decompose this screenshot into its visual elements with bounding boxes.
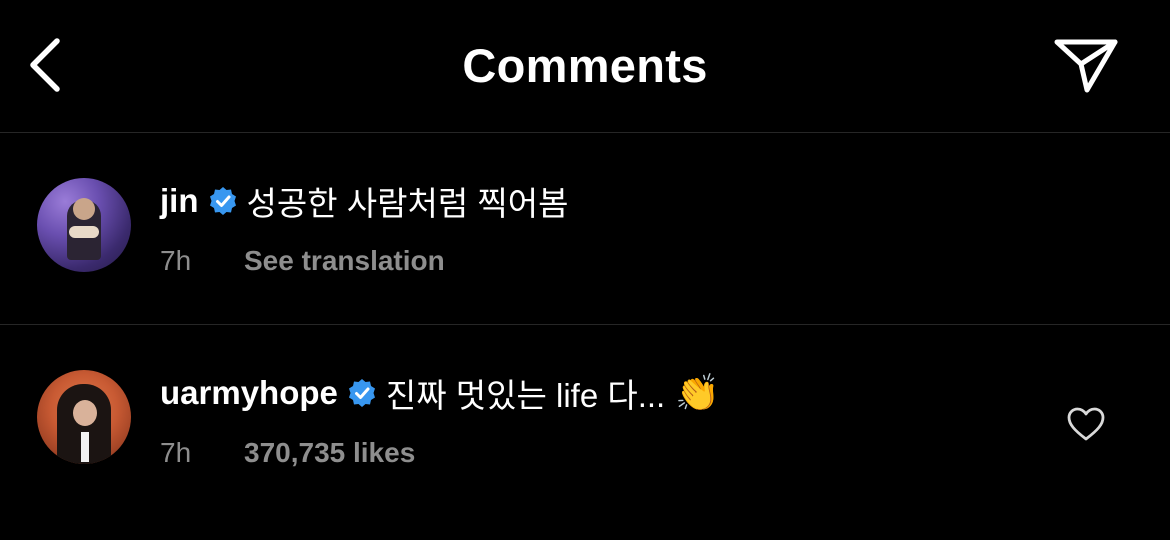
comment-text: 성공한 사람처럼 찍어봄 — [246, 185, 569, 222]
avatar-face — [73, 400, 97, 426]
comment-meta-row: 7h 370,735 likes — [160, 437, 415, 469]
page-title: Comments — [462, 39, 708, 92]
avatar-cake — [69, 226, 99, 238]
comments-header: Comments — [0, 0, 1170, 133]
verified-badge-icon — [208, 186, 238, 216]
comment-item: uarmyhope 진짜 멋있는 life 다... 👏 7h 370,735 … — [0, 325, 1170, 540]
paper-plane-icon — [1054, 39, 1118, 93]
comment-item: jin 성공한 사람처럼 찍어봄 7h See translation — [0, 133, 1170, 325]
comment-time: 7h — [160, 437, 192, 468]
likes-count-link[interactable]: 370,735 likes — [244, 437, 415, 469]
comment-username[interactable]: uarmyhope — [160, 374, 338, 412]
avatar-face — [73, 198, 95, 220]
like-button[interactable] — [1066, 405, 1106, 445]
verified-badge-icon — [347, 378, 377, 408]
avatar-collar — [81, 432, 89, 462]
comment-meta-row: 7h See translation — [160, 245, 445, 277]
comment-time: 7h — [160, 245, 192, 276]
comment-username[interactable]: jin — [160, 182, 199, 220]
see-translation-link[interactable]: See translation — [244, 245, 445, 277]
comment-text: 진짜 멋있는 life 다... — [385, 377, 666, 414]
avatar[interactable] — [37, 370, 131, 464]
heart-outline-icon — [1067, 407, 1105, 441]
comment-line: uarmyhope 진짜 멋있는 life 다... 👏 — [160, 371, 720, 415]
comment-line: jin 성공한 사람처럼 찍어봄 — [160, 179, 568, 223]
clapping-hands-emoji: 👏 — [675, 372, 721, 413]
avatar[interactable] — [37, 178, 131, 272]
share-button[interactable] — [1048, 32, 1124, 98]
